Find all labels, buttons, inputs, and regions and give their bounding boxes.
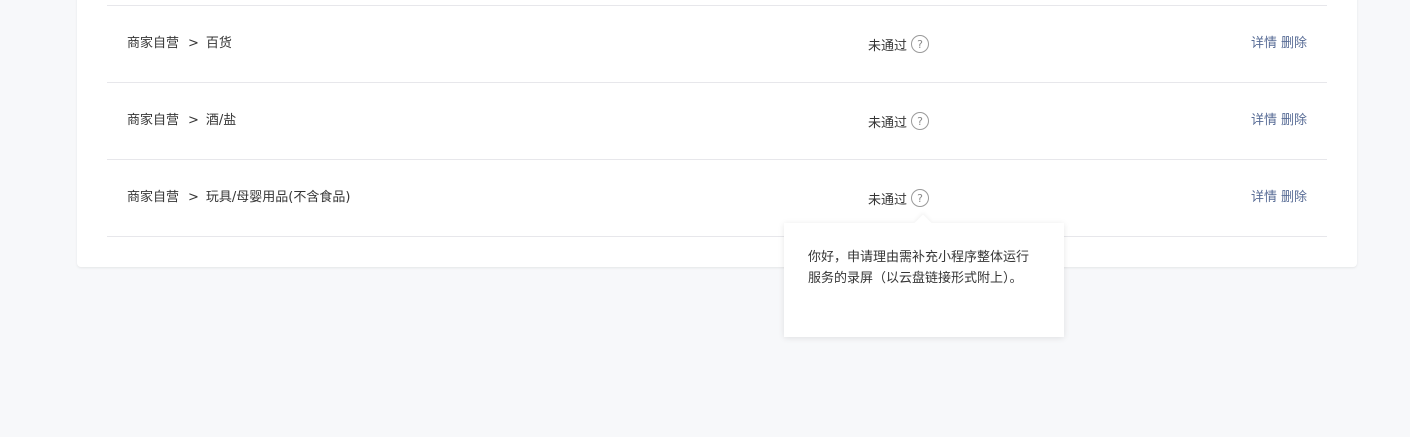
detail-link[interactable]: 详情: [1251, 36, 1277, 51]
delete-link[interactable]: 删除: [1281, 36, 1307, 51]
row-actions: 详情 删除: [1251, 160, 1307, 236]
delete-link[interactable]: 删除: [1281, 190, 1307, 205]
review-status: 未通过 ?: [868, 6, 930, 82]
status-text: 未通过: [868, 38, 908, 54]
review-status: 未通过 ?: [868, 83, 930, 159]
row-actions: 详情 删除: [1251, 83, 1307, 159]
table-row: 商家自营 > 酒/盐 未通过 ? 详情 删除: [107, 83, 1327, 160]
detail-link[interactable]: 详情: [1251, 190, 1277, 205]
category-list-card: 商家自营 > 百货 未通过 ? 详情 删除 商家自营 > 酒/盐 未通过 ? 详情 删除: [77, 0, 1357, 267]
category-list: 商家自营 > 百货 未通过 ? 详情 删除 商家自营 > 酒/盐 未通过 ? 详情 删除: [107, 5, 1327, 237]
category-path: 商家自营 > 酒/盐: [127, 83, 236, 159]
delete-link[interactable]: 删除: [1281, 113, 1307, 128]
breadcrumb-separator: >: [188, 113, 199, 128]
breadcrumb-separator: >: [188, 190, 199, 205]
status-text: 未通过: [868, 192, 908, 208]
tooltip-text: 你好，申请理由需补充小程序整体运行服务的录屏（以云盘链接形式附上）。: [808, 250, 1030, 286]
category-child: 玩具/母婴用品(不含食品): [205, 190, 351, 205]
help-icon[interactable]: ?: [911, 189, 930, 207]
status-text: 未通过: [868, 115, 908, 131]
help-icon[interactable]: ?: [911, 112, 930, 130]
category-path: 商家自营 > 百货: [127, 6, 232, 82]
table-row: 商家自营 > 玩具/母婴用品(不含食品) 未通过 ? 详情 删除: [107, 160, 1327, 237]
category-parent: 商家自营: [127, 190, 180, 205]
category-parent: 商家自营: [127, 36, 180, 51]
breadcrumb-separator: >: [188, 36, 199, 51]
row-actions: 详情 删除: [1251, 6, 1307, 82]
category-child: 酒/盐: [205, 113, 237, 128]
category-child: 百货: [205, 36, 232, 51]
category-path: 商家自营 > 玩具/母婴用品(不含食品): [127, 160, 350, 236]
help-icon[interactable]: ?: [911, 35, 930, 53]
rejection-reason-tooltip: 你好，申请理由需补充小程序整体运行服务的录屏（以云盘链接形式附上）。: [784, 214, 1064, 337]
table-row: 商家自营 > 百货 未通过 ? 详情 删除: [107, 6, 1327, 83]
category-parent: 商家自营: [127, 113, 180, 128]
detail-link[interactable]: 详情: [1251, 113, 1277, 128]
